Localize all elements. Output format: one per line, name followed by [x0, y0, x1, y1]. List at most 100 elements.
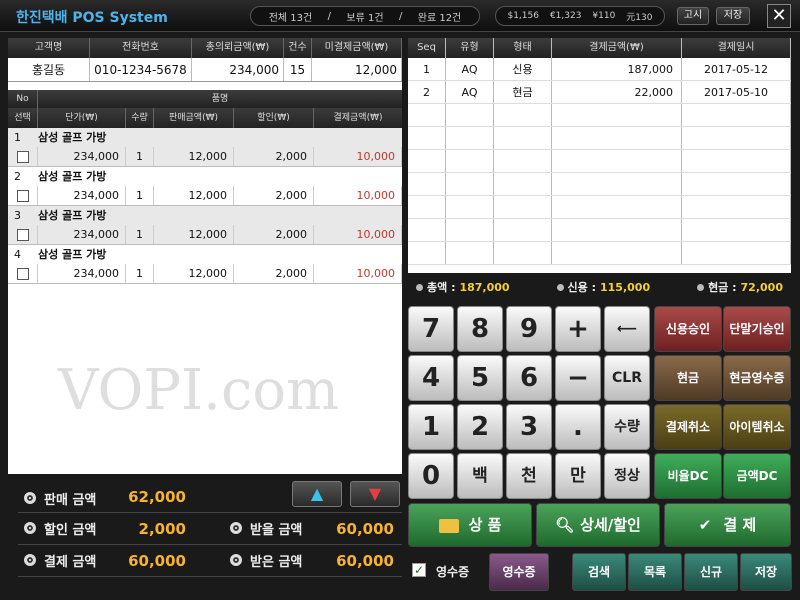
key-6[interactable]: 6 — [506, 355, 552, 401]
list-item[interactable]: 4 삼성 골프 가방 234,000 1 12,000 2,000 10,000 — [8, 245, 402, 284]
key-plus[interactable]: + — [555, 306, 601, 352]
receipt-checkbox[interactable]: ✓ — [412, 563, 426, 577]
key-1[interactable]: 1 — [408, 404, 454, 450]
pay-button[interactable]: ✔ 결 제 — [664, 503, 791, 547]
rate-usd: $1,156 — [507, 11, 539, 21]
key-ten-thousand[interactable]: 만 — [555, 453, 601, 499]
received-label: 받은 금액 — [250, 554, 303, 570]
up-arrow-icon[interactable]: ▲ — [292, 481, 342, 507]
product-button[interactable]: 상 품 — [408, 503, 532, 547]
key-9[interactable]: 9 — [506, 306, 552, 352]
list-button[interactable]: 목록 — [628, 553, 682, 591]
new-button[interactable]: 신규 — [684, 553, 738, 591]
key-5[interactable]: 5 — [457, 355, 503, 401]
search-button[interactable]: 검색 — [572, 553, 626, 591]
radio-sale[interactable] — [24, 492, 36, 504]
item-cancel-button[interactable]: 아이템취소 — [723, 404, 791, 450]
key-8[interactable]: 8 — [457, 306, 503, 352]
rate-cny: 元130 — [626, 12, 653, 23]
col-total-request: 총의뢰금액(₩) — [192, 38, 284, 58]
col-payment-amount: 결제금액(₩) — [333, 113, 383, 123]
col-count: 건수 — [284, 38, 312, 58]
col-phone: 전화번호 — [90, 38, 192, 58]
quantity-button[interactable]: 수량 — [604, 404, 650, 450]
radio-received[interactable] — [230, 554, 242, 566]
received-value: 60,000 — [336, 552, 394, 570]
col-seq: Seq — [408, 38, 446, 58]
cash-button[interactable]: 현금 — [654, 355, 722, 401]
close-icon[interactable]: ✕ — [767, 4, 791, 28]
key-2[interactable]: 2 — [457, 404, 503, 450]
divider — [18, 576, 402, 577]
list-item[interactable]: 1 삼성 골프 가방 234,000 1 12,000 2,000 10,000 — [8, 128, 402, 167]
amount-dc-button[interactable]: 금액DC — [723, 453, 791, 499]
key-dot[interactable]: . — [555, 404, 601, 450]
clear-button[interactable]: CLR — [604, 355, 650, 401]
totals-panel: 판매 금액 62,000 ▲ ▼ 할인 금액 2,000 받을 금액 60,00… — [8, 478, 402, 598]
list-item[interactable]: 3 삼성 골프 가방 234,000 1 12,000 2,000 10,000 — [8, 206, 402, 245]
item-sale: 12,000 — [154, 264, 234, 283]
item-checkbox[interactable] — [16, 190, 29, 202]
down-arrow-icon[interactable]: ▼ — [350, 481, 400, 507]
key-minus[interactable]: − — [555, 355, 601, 401]
payment-cancel-button[interactable]: 결제취소 — [654, 404, 722, 450]
count-separator: / — [398, 10, 403, 22]
receipt-button[interactable]: 영수증 — [489, 553, 549, 591]
table-row[interactable]: 1 AQ 신용 187,000 2017-05-12 — [408, 58, 791, 81]
table-row-empty — [408, 127, 791, 150]
item-checkbox[interactable] — [16, 268, 29, 280]
pay-total-row: 결제 금액 — [24, 546, 96, 574]
sum-cash-value: 72,000 — [740, 280, 783, 294]
payment-header: Seq 유형 형태 결제금액(₩) 결제일시 — [408, 38, 791, 58]
table-row[interactable]: 2 AQ 현금 22,000 2017-05-10 — [408, 81, 791, 104]
receivable-row: 받을 금액 — [230, 514, 302, 542]
item-payment: 10,000 — [314, 186, 402, 205]
cash-receipt-button[interactable]: 현금영수증 — [723, 355, 791, 401]
key-3[interactable]: 3 — [506, 404, 552, 450]
detail-discount-label: 상세/할인 — [580, 516, 641, 534]
header-save-button[interactable]: 저장 — [716, 7, 750, 25]
bullet-icon — [416, 283, 423, 291]
item-checkbox[interactable] — [16, 151, 29, 163]
key-4[interactable]: 4 — [408, 355, 454, 401]
detail-discount-button[interactable]: 🔍︎ 상세/할인 — [536, 503, 660, 547]
table-row-empty — [408, 150, 791, 173]
radio-receivable[interactable] — [230, 522, 242, 534]
customer-row[interactable]: 홍길동 010-1234-5678 234,000 15 12,000 — [8, 58, 402, 82]
item-no: 1 — [14, 131, 21, 144]
col-date: 결제일시 — [682, 38, 791, 58]
key-thousand[interactable]: 천 — [506, 453, 552, 499]
credit-approve-button[interactable]: 신용승인 — [654, 306, 722, 352]
sum-credit-label: 신용 : — [567, 281, 596, 294]
bullet-icon — [697, 283, 705, 291]
sum-cash-label: 현금 : — [708, 281, 737, 294]
customer-total: 234,000 — [192, 58, 284, 81]
bottom-save-button[interactable]: 저장 — [740, 553, 792, 591]
pay-total-label: 결제 금액 — [44, 554, 97, 570]
payment-summary: 총액 :187,000 신용 : 115,000 현금 :72,000 — [408, 276, 791, 298]
item-payment: 10,000 — [314, 264, 402, 283]
table-row-empty — [408, 104, 791, 127]
item-name: 삼성 골프 가방 — [38, 170, 107, 183]
item-discount: 2,000 — [234, 225, 314, 244]
key-hundred[interactable]: 백 — [457, 453, 503, 499]
radio-pay[interactable] — [24, 554, 36, 566]
payment-table: Seq 유형 형태 결제금액(₩) 결제일시 1 AQ 신용 187,000 2… — [408, 38, 791, 273]
bullet-icon — [556, 283, 564, 291]
col-select: 선택 — [8, 108, 38, 128]
normal-price-button[interactable]: 정상 — [604, 453, 650, 499]
sum-credit-value: 115,000 — [600, 280, 651, 294]
pay-form: 현금 — [494, 81, 552, 103]
pay-seq: 1 — [408, 58, 446, 80]
backspace-icon[interactable]: ⟵ — [604, 306, 650, 352]
notice-button[interactable]: 고시 — [677, 7, 709, 25]
radio-discount[interactable] — [24, 522, 36, 534]
key-0[interactable]: 0 — [408, 453, 454, 499]
table-row-empty — [408, 173, 791, 196]
key-7[interactable]: 7 — [408, 306, 454, 352]
ratio-dc-button[interactable]: 비율DC — [654, 453, 722, 499]
item-checkbox[interactable] — [16, 229, 29, 241]
pay-total-value: 60,000 — [128, 552, 186, 570]
terminal-approve-button[interactable]: 단말기승인 — [723, 306, 791, 352]
list-item[interactable]: 2 삼성 골프 가방 234,000 1 12,000 2,000 10,000 — [8, 167, 402, 206]
